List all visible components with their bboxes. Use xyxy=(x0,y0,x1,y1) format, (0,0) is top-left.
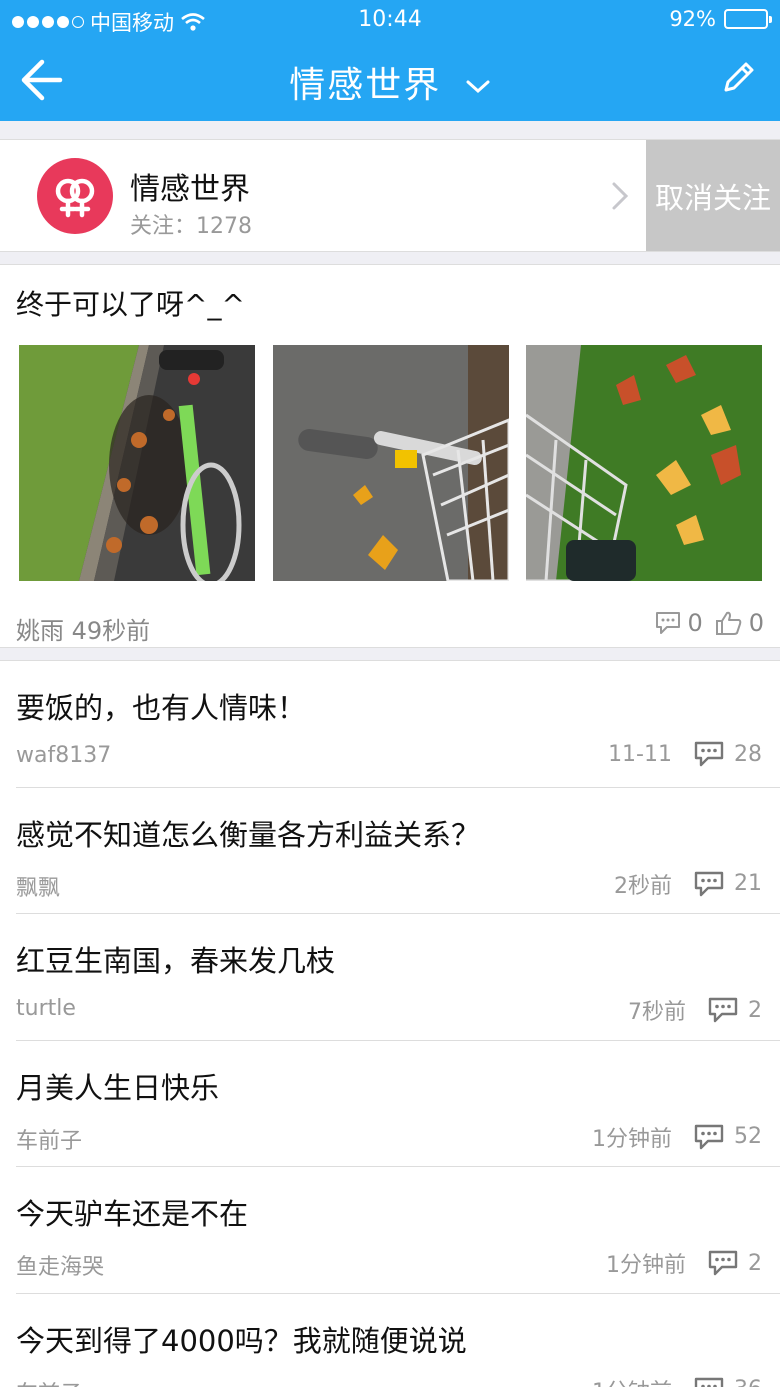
chevron-right-icon xyxy=(612,182,629,210)
nav-bar: 情感世界 xyxy=(0,40,780,121)
post-comment-count: 36 xyxy=(734,1377,762,1387)
post-photo-leaves-grass[interactable] xyxy=(526,345,762,581)
post-comment-count: 2 xyxy=(748,997,762,1023)
post-title: 今天到得了4000吗？我就随便说说 xyxy=(16,1323,467,1358)
post-list-item[interactable]: 红豆生南国，春来发几枝 turtle 7秒前 2 xyxy=(0,914,780,1041)
post-comment-count: 52 xyxy=(734,1124,762,1149)
follow-label: 关注： xyxy=(130,214,197,239)
forum-logo xyxy=(37,158,113,234)
post-title: 感觉不知道怎么衡量各方利益关系？ xyxy=(16,817,481,852)
comment-icon[interactable] xyxy=(655,611,681,635)
comment-icon[interactable] xyxy=(708,997,738,1023)
post-title: 红豆生南国，春来发几枝 xyxy=(16,944,336,978)
status-time: 10:44 xyxy=(358,7,422,32)
comment-icon[interactable] xyxy=(694,1124,724,1150)
post-list-item[interactable]: 月美人生日快乐车前子 1分钟前 52 xyxy=(0,1041,780,1168)
comment-icon[interactable] xyxy=(694,871,724,897)
post-meta: 1分钟前 2 xyxy=(606,1247,762,1279)
featured-post-time: 49秒前 xyxy=(71,617,151,645)
post-author: 车前子 xyxy=(16,1376,82,1387)
post-title: 月美人生日快乐 xyxy=(16,1070,220,1105)
forum-header[interactable]: 情感世界 关注：1278 取消关注 xyxy=(0,139,780,252)
forum-name: 情感世界 xyxy=(130,172,250,207)
post-time: 7秒前 xyxy=(628,1000,686,1025)
post-author: waf8137 xyxy=(16,743,112,768)
post-comment-count: 2 xyxy=(748,1250,762,1276)
top-bar: 中国移动 10:44 92% 情感世界 xyxy=(0,0,780,121)
post-time: 1分钟前 xyxy=(592,1126,672,1152)
unfollow-button[interactable]: 取消关注 xyxy=(646,140,780,251)
comment-icon[interactable] xyxy=(694,1377,724,1387)
post-time: 2秒前 xyxy=(614,873,672,899)
status-right: 92% xyxy=(669,7,772,31)
battery-percent: 92% xyxy=(669,7,716,31)
post-author: 车前子 xyxy=(16,1128,83,1154)
featured-post-title: 终于可以了呀^_^ xyxy=(16,288,245,321)
featured-like-count: 0 xyxy=(748,609,764,637)
post-meta: 2秒前 21 xyxy=(614,868,762,900)
post-meta: 1分钟前 52 xyxy=(592,1121,762,1153)
featured-post-counts: 0 0 xyxy=(655,609,764,637)
nav-title-dropdown[interactable]: 情感世界 xyxy=(0,56,780,108)
battery-icon xyxy=(724,9,772,29)
comment-icon[interactable] xyxy=(694,741,724,767)
edit-pencil-icon[interactable] xyxy=(718,58,758,98)
featured-comment-count: 0 xyxy=(687,609,703,637)
post-photo-bicycle-handlebar[interactable] xyxy=(273,345,509,581)
post-author: turtle xyxy=(16,996,76,1021)
post-comment-count: 21 xyxy=(734,871,762,896)
featured-post[interactable]: 终于可以了呀^_^ 姚雨 49秒前 0 0 xyxy=(0,264,780,648)
post-photo-bicycle-puddle[interactable] xyxy=(19,345,255,581)
post-author: 飘飘 xyxy=(16,875,61,901)
post-meta: 7秒前 2 xyxy=(628,994,762,1026)
post-time: 1分钟前 xyxy=(606,1253,686,1278)
featured-post-meta: 姚雨 49秒前 xyxy=(16,611,150,646)
post-time: 1分钟前 xyxy=(592,1374,672,1387)
post-list-item[interactable]: 今天到得了4000吗？我就随便说说车前子 1分钟前 36 xyxy=(0,1294,780,1387)
post-list-item[interactable]: 今天驴车还是不在鱼走海哭 1分钟前 2 xyxy=(0,1167,780,1294)
featured-post-author: 姚雨 xyxy=(16,617,64,645)
post-list-item[interactable]: 要饭的，也有人情味！ waf8137 11-11 28 xyxy=(0,661,780,788)
status-bar: 中国移动 10:44 92% xyxy=(0,0,780,40)
nav-title: 情感世界 xyxy=(289,65,442,106)
post-title: 要饭的，也有人情味！ xyxy=(16,691,307,725)
thumbs-up-icon[interactable] xyxy=(715,610,743,636)
comment-icon[interactable] xyxy=(708,1250,738,1276)
post-time: 11-11 xyxy=(608,741,672,767)
post-list-item[interactable]: 感觉不知道怎么衡量各方利益关系？ 飘飘 2秒前 21 xyxy=(0,788,780,915)
post-meta: 11-11 28 xyxy=(608,741,762,767)
post-list: 要饭的，也有人情味！ waf8137 11-11 28 感觉不知道怎么衡量各方利益关系？… xyxy=(0,660,780,1387)
gender-symbols-icon xyxy=(55,178,95,218)
post-comment-count: 28 xyxy=(734,741,762,767)
follow-count: 1278 xyxy=(196,214,253,239)
post-meta: 1分钟前 36 xyxy=(592,1374,762,1387)
post-title: 今天驴车还是不在 xyxy=(16,1197,249,1231)
post-author: 鱼走海哭 xyxy=(16,1255,105,1280)
forum-follow-count: 关注：1278 xyxy=(130,208,252,240)
chevron-down-icon xyxy=(466,80,490,94)
